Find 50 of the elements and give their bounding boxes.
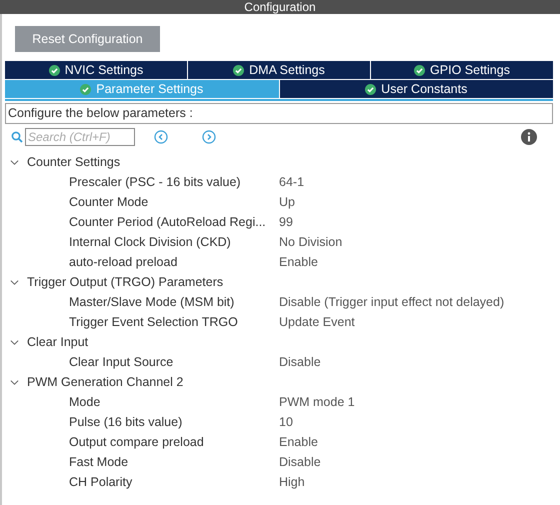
parameter-label: Mode: [69, 395, 102, 409]
group-label[interactable]: Trigger Output (TRGO) Parameters: [27, 275, 224, 289]
check-icon: [233, 64, 244, 76]
group-label[interactable]: Counter Settings: [27, 155, 120, 169]
search-field[interactable]: Search (Ctrl+F): [25, 128, 135, 146]
parameter-value[interactable]: High: [279, 475, 305, 489]
chevron-down-icon[interactable]: [10, 378, 19, 386]
parameter-value[interactable]: Disable (Trigger input effect not delayed): [279, 295, 504, 309]
parameter-value[interactable]: Disable: [279, 455, 321, 469]
previous-icon[interactable]: [154, 130, 168, 144]
parameter-value[interactable]: Enable: [279, 255, 318, 269]
window-title: Configuration: [0, 0, 560, 14]
group-label[interactable]: PWM Generation Channel 2: [27, 375, 184, 389]
parameter-label: auto-reload preload: [69, 255, 178, 269]
tab[interactable]: GPIO Settings: [371, 61, 553, 79]
search-icon: [11, 131, 23, 143]
parameter-value[interactable]: Up: [279, 195, 295, 209]
check-icon: [414, 64, 426, 76]
parameter-value[interactable]: Enable: [279, 435, 318, 449]
parameter-value[interactable]: Disable: [279, 355, 321, 369]
parameter-value[interactable]: 64-1: [279, 175, 304, 189]
group-label[interactable]: Clear Input: [27, 335, 88, 349]
check-icon: [48, 64, 60, 76]
parameter-label: Internal Clock Division (CKD): [69, 235, 232, 249]
chevron-down-icon[interactable]: [10, 278, 19, 286]
chevron-down-icon[interactable]: [10, 158, 19, 166]
tab[interactable]: DMA Settings: [188, 61, 370, 79]
parameter-label: Counter Mode: [69, 195, 150, 209]
next-icon[interactable]: [202, 130, 216, 144]
tab[interactable]: User Constants: [280, 80, 553, 98]
parameter-value[interactable]: PWM mode 1: [279, 395, 355, 409]
parameter-label: Prescaler (PSC - 16 bits value): [69, 175, 242, 189]
parameter-value[interactable]: 99: [279, 215, 293, 229]
instruction-text: Configure the below parameters :: [5, 103, 553, 124]
check-icon: [80, 84, 92, 94]
parameter-label: Clear Input Source: [69, 355, 174, 369]
parameter-label: Master/Slave Mode (MSM bit): [69, 295, 236, 309]
parameter-label: Pulse (16 bits value): [69, 415, 184, 429]
parameter-label: Counter Period (AutoReload Regi...: [69, 215, 267, 229]
parameter-value[interactable]: Update Event: [279, 315, 355, 329]
info-icon[interactable]: [521, 129, 537, 145]
parameter-label: Trigger Event Selection TRGO: [69, 315, 239, 329]
parameter-label: Output compare preload: [69, 435, 205, 449]
chevron-down-icon[interactable]: [10, 338, 19, 346]
parameter-label: CH Polarity: [69, 475, 134, 489]
check-icon: [365, 84, 376, 94]
parameter-value[interactable]: 10: [279, 415, 293, 429]
tab[interactable]: NVIC Settings: [5, 61, 187, 79]
parameter-value[interactable]: No Division: [279, 235, 342, 249]
parameter-label: Fast Mode: [69, 455, 130, 469]
